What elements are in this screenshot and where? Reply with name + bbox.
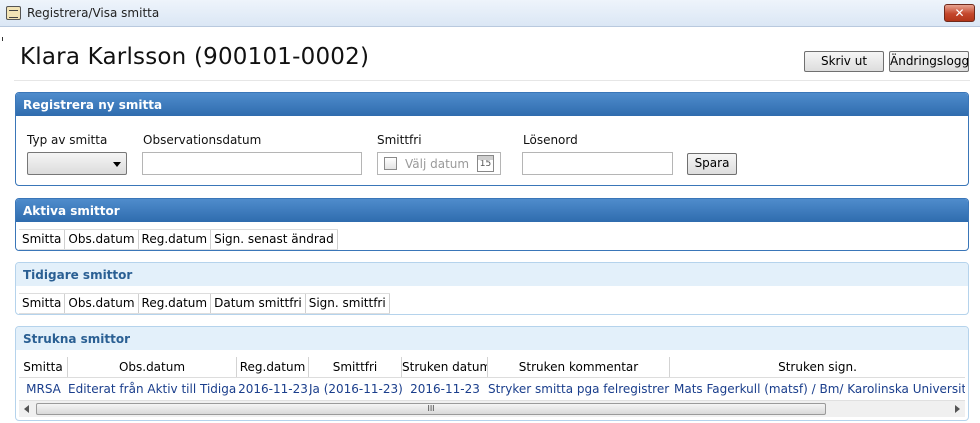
active-panel-title: Aktiva smittor [16,199,968,222]
column-header[interactable]: Datum smittfri [211,294,306,313]
column-header[interactable]: Reg.datum [139,294,212,313]
register-panel: Registrera ny smitta Typ av smitta Obser… [15,92,969,186]
struck-panel: Strukna smittor Smitta Obs.datum Reg.dat… [15,326,969,421]
cell-struck-comment: Stryker smitta pga felregistrering [488,382,670,396]
obs-date-label: Observationsdatum [143,133,262,147]
struck-grid-header: Smitta Obs.datum Reg.datum Smittfri Stru… [19,357,965,378]
column-header[interactable]: Smitta [19,230,66,249]
free-date-placeholder: Välj datum [405,157,470,171]
password-input[interactable] [522,152,673,175]
column-header[interactable]: Smittfri [309,357,402,377]
column-header[interactable]: Struken sign. [670,357,965,377]
column-header[interactable]: Reg.datum [139,230,212,249]
print-button[interactable]: Skriv ut [804,51,884,72]
window-titlebar: Registrera/Visa smitta ✕ [0,0,980,27]
window-title: Registrera/Visa smitta [27,6,160,20]
column-header[interactable]: Obs.datum [68,357,237,377]
column-header[interactable]: Struken kommentar [488,357,670,377]
scroll-right-icon[interactable] [955,405,960,413]
scroll-thumb[interactable]: III [36,403,826,415]
register-panel-title: Registrera ny smitta [16,93,968,116]
free-date-picker[interactable]: Välj datum 15 [377,152,501,175]
edge-mark [0,37,3,41]
column-header[interactable]: Smitta [19,294,66,313]
cell-free: Ja (2016-11-23) [309,382,402,396]
type-select[interactable] [27,152,127,175]
change-log-button[interactable]: Ändringslogg [889,51,969,72]
free-label: Smittfri [377,133,422,147]
column-header[interactable]: Smitta [19,357,68,377]
column-header[interactable]: Sign. smittfri [306,294,390,313]
struck-panel-title: Strukna smittor [16,327,968,350]
horizontal-scrollbar[interactable]: III [19,400,965,417]
previous-panel-title: Tidigare smittor [16,263,968,286]
cell-struck-sign: Mats Fagerkull (matsf) / Bm/ Karolinska … [674,382,965,396]
header-divider [14,80,970,81]
column-header[interactable]: Sign. senast ändrad [211,230,338,249]
previous-panel: Tidigare smittor Smitta Obs.datum Reg.da… [15,262,969,315]
column-header[interactable]: Obs.datum [65,294,139,313]
chevron-down-icon [113,162,121,167]
active-grid-header: Smitta Obs.datum Reg.datum Sign. senast … [19,229,338,250]
cell-smitta: MRSA [26,382,61,396]
scroll-left-icon[interactable] [24,405,29,413]
cell-struck-date: 2016-11-23 [410,382,480,396]
type-label: Typ av smitta [27,133,108,147]
password-label: Lösenord [523,133,578,147]
column-header[interactable]: Obs.datum [65,230,139,249]
save-button[interactable]: Spara [687,153,737,175]
app-icon [6,6,21,20]
cell-obs-date: Editerat från Aktiv till Tidigare [68,382,237,396]
active-panel: Aktiva smittor Smitta Obs.datum Reg.datu… [15,198,969,251]
close-button[interactable]: ✕ [944,4,975,22]
patient-title: Klara Karlsson (900101-0002) [20,44,370,70]
free-checkbox[interactable] [384,157,397,170]
cell-reg-date: 2016-11-23 [238,382,308,396]
calendar-icon[interactable]: 15 [477,155,494,172]
column-header[interactable]: Struken datum [402,357,488,377]
previous-grid-header: Smitta Obs.datum Reg.datum Datum smittfr… [19,293,390,314]
obs-date-input[interactable] [142,152,362,175]
table-row[interactable]: MRSA Editerat från Aktiv till Tidigare 2… [19,379,965,400]
column-header[interactable]: Reg.datum [237,357,309,377]
